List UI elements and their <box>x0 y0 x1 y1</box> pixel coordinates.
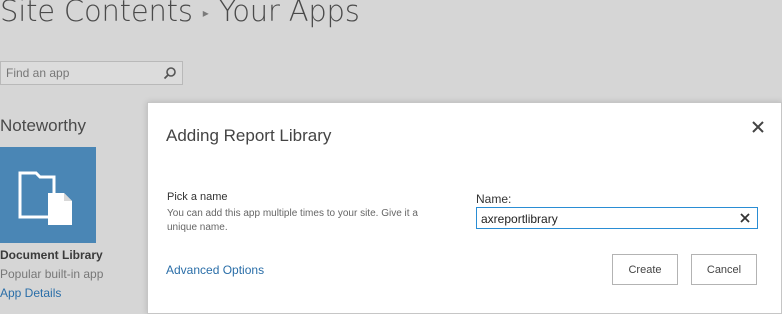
create-button[interactable]: Create <box>612 254 678 285</box>
noteworthy-heading: Noteworthy <box>0 116 86 135</box>
dialog-title: Adding Report Library <box>166 126 332 145</box>
adding-app-dialog: Adding Report Library Pick a name You ca… <box>147 102 782 314</box>
tile-name: Document Library <box>0 248 103 262</box>
page-title: Site Contents ▸ Your Apps <box>0 0 360 28</box>
name-input[interactable] <box>481 211 731 226</box>
breadcrumb-separator: ▸ <box>202 6 209 20</box>
name-label: Name: <box>476 192 512 206</box>
document-library-icon <box>18 171 72 225</box>
document-library-tile[interactable] <box>0 147 96 243</box>
cancel-button[interactable]: Cancel <box>691 254 757 285</box>
name-field <box>476 207 758 229</box>
pick-name-label: Pick a name <box>167 191 228 203</box>
advanced-options-link[interactable]: Advanced Options <box>166 263 264 277</box>
pick-name-help: You can add this app multiple times to y… <box>167 208 418 233</box>
tile-description: Popular built-in app <box>0 267 104 281</box>
clear-icon[interactable] <box>739 212 751 224</box>
close-icon[interactable] <box>751 120 765 134</box>
breadcrumb-site-contents[interactable]: Site Contents <box>0 0 193 28</box>
breadcrumb-current: Your Apps <box>218 0 360 28</box>
app-details-link[interactable]: App Details <box>0 286 61 300</box>
find-app-search <box>0 61 183 85</box>
search-input[interactable] <box>6 65 156 81</box>
search-icon[interactable] <box>163 66 177 80</box>
